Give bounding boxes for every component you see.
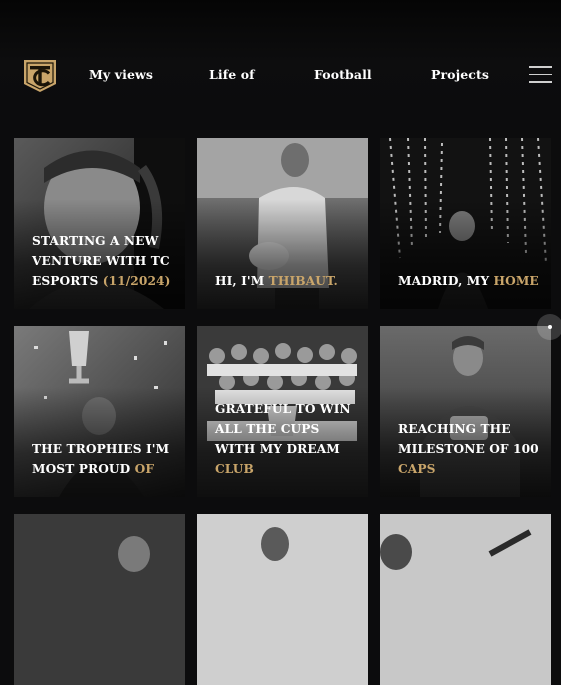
tc-logo-icon[interactable] [22,58,58,94]
card-hi-thibaut[interactable]: Hi, I'm Thibaut. [197,138,368,309]
nav-my-views[interactable]: My views [89,67,153,82]
card-caption: Madrid, my home [398,274,539,288]
card-caption: Reaching the milestone of 100 caps [398,422,539,476]
card-tc-esports[interactable]: Starting a new venture with TC Esports (… [14,138,185,309]
card-caption: Starting a new venture with TC Esports (… [32,234,171,288]
nav-projects[interactable]: Projects [431,67,489,82]
card-row3-2[interactable] [197,514,368,685]
card-caption: Grateful to win all the cups with my dre… [215,402,351,476]
nav-football[interactable]: Football [314,67,372,82]
card-caption: The trophies I'm most proud of [32,442,170,476]
hamburger-menu-icon[interactable] [529,66,552,83]
site-header: My views Life of Football Projects [0,0,561,120]
card-madrid-home[interactable]: Madrid, my home [380,138,551,309]
card-100-caps[interactable]: Reaching the milestone of 100 caps [380,326,551,497]
scroll-indicator[interactable] [537,314,561,340]
photo-player-portrait [197,514,368,685]
photo-player-portrait [380,514,551,685]
card-row3-1[interactable] [14,514,185,685]
card-trophies[interactable]: The trophies I'm most proud of [14,326,185,497]
card-grateful-cups[interactable]: Grateful to win all the cups with my dre… [197,326,368,497]
card-row3-3[interactable] [380,514,551,685]
card-caption: Hi, I'm Thibaut. [215,274,338,288]
photo-player-portrait [14,514,185,685]
nav-life-of[interactable]: Life of [209,67,255,82]
